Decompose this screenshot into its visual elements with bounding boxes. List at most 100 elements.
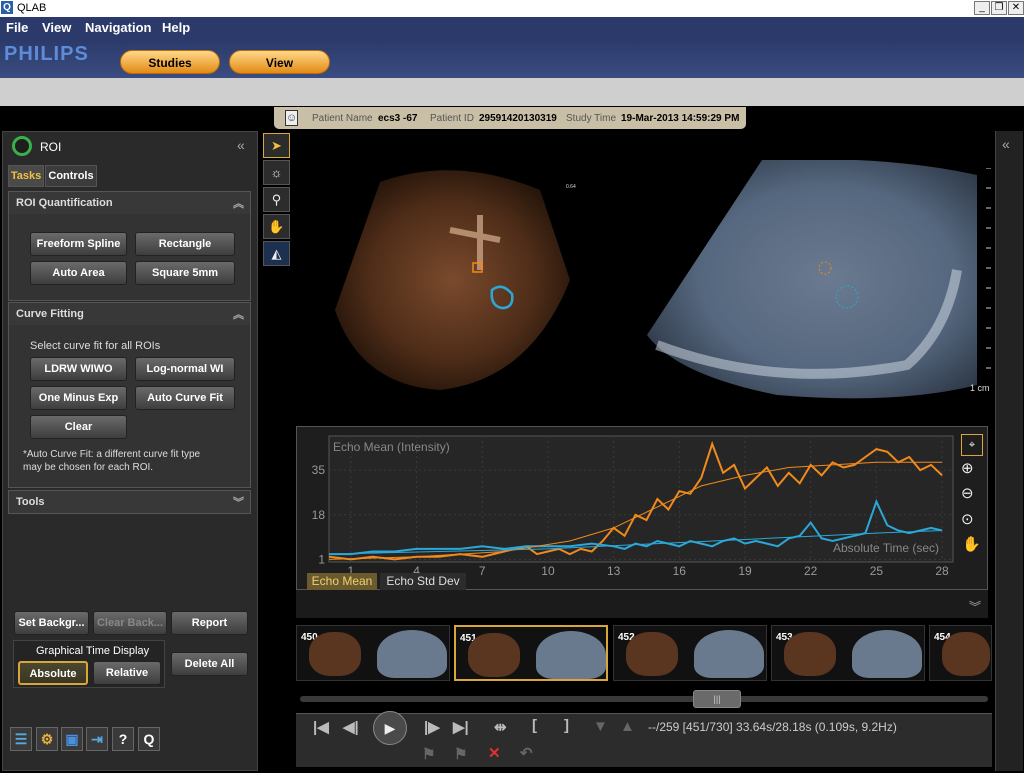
section-title: ROI Quantification — [16, 197, 113, 209]
study-time: 19-Mar-2013 14:59:29 PM — [621, 113, 740, 124]
menu-navigation[interactable]: Navigation — [85, 20, 151, 35]
up-icon[interactable]: ▲ — [620, 718, 635, 735]
collapse-icon[interactable]: ︽ — [233, 306, 244, 322]
section-header[interactable]: Tools ︾ — [9, 491, 250, 513]
pan-icon[interactable]: ✋ — [263, 214, 290, 239]
crosshair-icon[interactable]: ⌖ — [961, 434, 983, 456]
clear-button[interactable]: Clear — [30, 415, 127, 439]
thumbnail-frame-selected[interactable]: 451 — [454, 625, 608, 681]
clear-background-button[interactable]: Clear Back... — [93, 611, 167, 635]
time-intensity-chart[interactable]: 1 4 7 10 13 16 19 22 25 2811835 Echo Mean (Intens… — [297, 427, 989, 591]
menu-view[interactable]: View — [42, 20, 71, 35]
pointer-icon[interactable]: ➤ — [263, 133, 290, 158]
minimize-button[interactable]: _ — [974, 1, 990, 15]
delete-all-button[interactable]: Delete All — [171, 652, 248, 676]
undo-icon[interactable]: ↶ — [520, 744, 533, 762]
slider-track[interactable] — [300, 696, 988, 702]
play-button[interactable]: ▶ — [373, 711, 407, 745]
x-tick-label: 13 — [607, 564, 621, 578]
expand-chart-icon[interactable]: ︾ — [969, 598, 981, 615]
menu-help[interactable]: Help — [162, 20, 190, 35]
close-button[interactable]: ✕ — [1008, 1, 1024, 15]
freeform-spline-button[interactable]: Freeform Spline — [30, 232, 127, 256]
square-5mm-button[interactable]: Square 5mm — [135, 261, 235, 285]
tab-echo-std-dev[interactable]: Echo Std Dev — [380, 573, 466, 590]
study-time-label: Study Time — [566, 113, 617, 124]
list-icon[interactable]: ☰ — [10, 727, 32, 751]
maximize-button[interactable]: ❐ — [991, 1, 1007, 15]
delete-mark-icon[interactable]: ✕ — [488, 744, 501, 762]
collapse-icon[interactable]: ︽ — [233, 195, 244, 211]
zoom-out-icon[interactable]: ⊖ — [961, 484, 974, 502]
loop-start-icon[interactable]: [ — [532, 717, 537, 734]
brightness-icon[interactable]: ☼ — [263, 160, 290, 185]
auto-curve-fit-button[interactable]: Auto Curve Fit — [135, 386, 235, 410]
section-title: Tools — [16, 496, 45, 508]
tab-controls[interactable]: Controls — [45, 165, 97, 187]
patient-icon[interactable]: ☺ — [285, 110, 298, 126]
frame-slider[interactable]: ||| — [296, 690, 992, 710]
time-display-group: Graphical Time Display Absolute Relative — [13, 640, 165, 688]
auto-area-button[interactable]: Auto Area — [30, 261, 127, 285]
report-button[interactable]: Report — [171, 611, 248, 635]
zoom-icon[interactable]: ⚲ — [263, 187, 290, 212]
thumbnail-frame[interactable]: 453 — [771, 625, 925, 681]
step-back-icon[interactable]: ◀| — [343, 718, 359, 736]
collapse-right-icon[interactable]: « — [1002, 136, 1010, 152]
section-header[interactable]: ROI Quantification ︽ — [9, 192, 250, 214]
tab-tasks[interactable]: Tasks — [8, 165, 44, 187]
save-icon[interactable]: ▣ — [61, 727, 83, 751]
collapse-left-icon[interactable]: « — [237, 137, 245, 153]
patient-id-label: Patient ID — [430, 113, 474, 124]
menu-file[interactable]: File — [6, 20, 28, 35]
slider-thumb[interactable]: ||| — [693, 690, 741, 708]
x-tick-label: 28 — [935, 564, 949, 578]
menu-bar: File View Navigation Help — [0, 17, 1024, 40]
thumbnail-frame[interactable]: 454 — [929, 625, 992, 681]
thumbnail-frame[interactable]: 450 — [296, 625, 450, 681]
x-tick-label: 22 — [804, 564, 818, 578]
one-minus-exp-button[interactable]: One Minus Exp — [30, 386, 127, 410]
flip-icon[interactable]: ◭ — [263, 241, 290, 266]
view-toolbar: ➤ ☼ ⚲ ✋ ◭ — [263, 133, 291, 273]
exit-icon[interactable]: ⇥ — [86, 727, 108, 751]
patient-id: 29591420130319 — [479, 113, 557, 124]
thumbnail-frame[interactable]: 452 — [613, 625, 767, 681]
mark-next-icon[interactable]: ⚑ — [454, 745, 467, 763]
relative-button[interactable]: Relative — [93, 661, 161, 685]
down-icon[interactable]: ▼ — [593, 718, 608, 735]
last-frame-icon[interactable]: ▶| — [453, 718, 469, 736]
tools-section: Tools ︾ — [8, 490, 251, 514]
help-icon[interactable]: ? — [112, 727, 134, 751]
tab-studies[interactable]: Studies — [120, 50, 220, 74]
rectangle-button[interactable]: Rectangle — [135, 232, 235, 256]
set-background-button[interactable]: Set Backgr... — [14, 611, 89, 635]
expand-icon[interactable]: ︾ — [233, 494, 244, 510]
contrast-ultrasound-image[interactable]: 0.64 — [330, 160, 580, 395]
bmode-ultrasound-image[interactable] — [647, 160, 977, 400]
x-axis-label: Absolute Time (sec) — [833, 541, 939, 555]
zoom-fit-icon[interactable]: ⊙ — [961, 510, 974, 528]
curve-fitting-section: Curve Fitting ︽ Select curve fit for all … — [8, 302, 251, 488]
settings-icon[interactable]: ⚙ — [36, 727, 58, 751]
tab-view[interactable]: View — [229, 50, 330, 74]
trim-icon[interactable]: ⇹ — [494, 718, 507, 736]
loop-end-icon[interactable]: ] — [564, 717, 569, 734]
section-header[interactable]: Curve Fitting ︽ — [9, 303, 250, 325]
ldrw-wiwo-button[interactable]: LDRW WIWO — [30, 357, 127, 381]
tab-echo-mean[interactable]: Echo Mean — [307, 573, 377, 590]
x-tick-label: 16 — [673, 564, 687, 578]
chart-pan-icon[interactable]: ✋ — [962, 535, 981, 553]
x-tick-label: 7 — [479, 564, 486, 578]
zoom-in-icon[interactable]: ⊕ — [961, 459, 974, 477]
curve-fit-subtitle: Select curve fit for all ROIs — [30, 340, 161, 352]
chart-footer: ︾ — [296, 590, 988, 618]
absolute-button[interactable]: Absolute — [18, 661, 88, 685]
philips-logo: PHILIPS — [4, 43, 89, 65]
first-frame-icon[interactable]: |◀ — [313, 718, 329, 736]
patient-name: ecs3 -67 — [378, 113, 418, 124]
step-forward-icon[interactable]: |▶ — [424, 718, 440, 736]
log-normal-wi-button[interactable]: Log-normal WI — [135, 357, 235, 381]
mark-prev-icon[interactable]: ⚑ — [422, 745, 435, 763]
qlab-icon[interactable]: Q — [138, 727, 160, 751]
